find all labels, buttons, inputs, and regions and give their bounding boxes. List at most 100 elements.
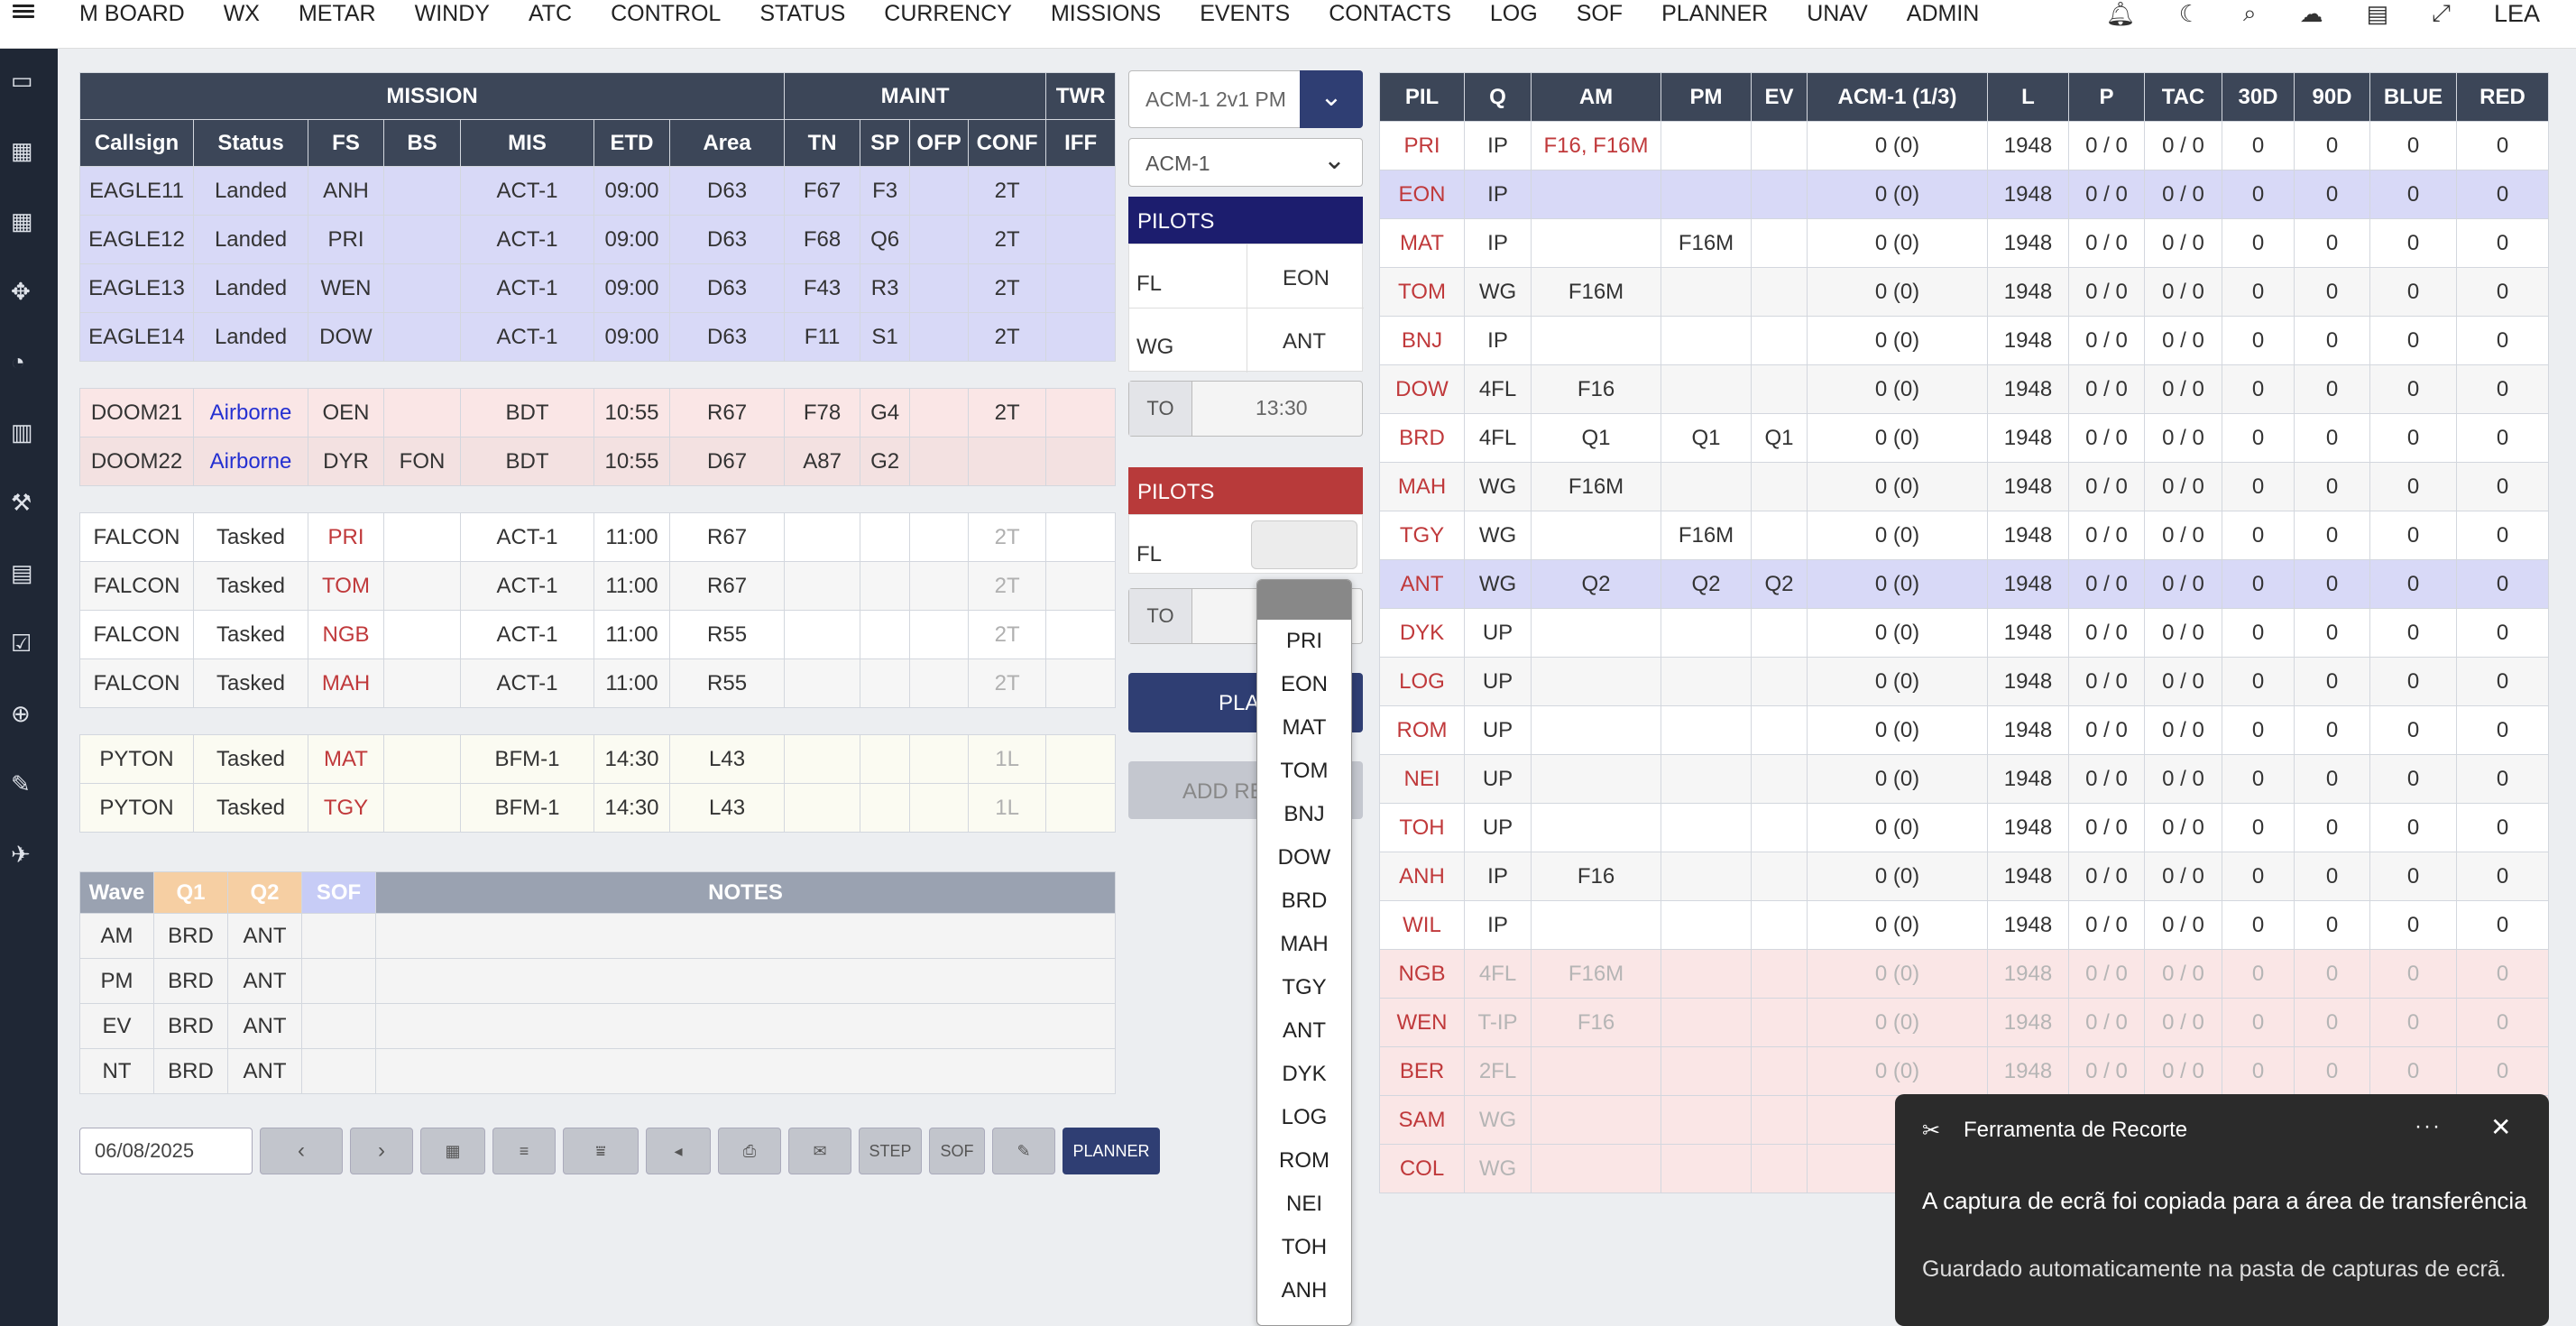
nav-item-missions[interactable]: MISSIONS: [1051, 0, 1161, 27]
puzzle-icon[interactable]: ✥: [11, 278, 36, 305]
pilots-col-4[interactable]: EV: [1751, 72, 1808, 122]
pen-icon[interactable]: ✎: [11, 770, 36, 797]
nav-item-sof[interactable]: SOF: [1577, 0, 1623, 27]
nav-item-planner[interactable]: PLANNER: [1661, 0, 1768, 27]
table-row[interactable]: FALCON Tasked PRI ACT-1 11:00 R67 2T: [79, 512, 1117, 562]
fl-value[interactable]: EON: [1283, 266, 1329, 291]
expand-icon[interactable]: ⤢: [2432, 0, 2451, 28]
table-row[interactable]: EAGLE14 Landed DOW ACT-1 09:00 D63 F11 S1 2T: [79, 312, 1117, 362]
mission-select[interactable]: ACM-1 2v1 PM ⌄: [1128, 70, 1363, 128]
table-row[interactable]: TOH UP 0 (0) 1948 0 / 00 / 00000: [1379, 803, 2549, 852]
col-tn[interactable]: TN: [784, 119, 861, 167]
dropdown-option[interactable]: MAT: [1257, 706, 1351, 750]
nav-item-unav[interactable]: UNAV: [1807, 0, 1868, 27]
notes-cell[interactable]: [375, 913, 1116, 959]
notes-cell[interactable]: [375, 1003, 1116, 1049]
col-conf[interactable]: CONF: [968, 119, 1047, 167]
nav-item-atc[interactable]: ATC: [529, 0, 572, 27]
notes-cell[interactable]: [375, 958, 1116, 1004]
table-row[interactable]: ROM UP 0 (0) 1948 0 / 00 / 00000: [1379, 705, 2549, 755]
pilots-col-11[interactable]: BLUE: [2369, 72, 2457, 122]
calendar-check-icon[interactable]: ▦: [11, 207, 36, 235]
document-icon[interactable]: ▤: [2367, 0, 2389, 28]
dropdown-option[interactable]: NEI: [1257, 1183, 1351, 1226]
table-row[interactable]: EAGLE12 Landed PRI ACT-1 09:00 D63 F68 Q6 2T: [79, 215, 1117, 264]
gauge-icon[interactable]: ◔: [11, 348, 36, 375]
nav-item-windy[interactable]: WINDY: [415, 0, 490, 27]
table-row[interactable]: BNJ IP 0 (0) 1948 0 / 00 / 00000: [1379, 316, 2549, 365]
dropdown-option[interactable]: TGY: [1257, 966, 1351, 1009]
pilots-col-12[interactable]: RED: [2456, 72, 2549, 122]
table-row[interactable]: DOW 4FL F16 0 (0) 1948 0 / 00 / 00000: [1379, 364, 2549, 414]
dropdown-option[interactable]: TOM: [1257, 750, 1351, 793]
pilots-col-1[interactable]: Q: [1464, 72, 1532, 122]
user-label[interactable]: LEA: [2494, 0, 2540, 28]
pilots-col-10[interactable]: 90D: [2294, 72, 2370, 122]
table-row[interactable]: FALCON Tasked TOM ACT-1 11:00 R67 2T: [79, 561, 1117, 611]
table-row[interactable]: PYTON Tasked MAT BFM-1 14:30 L43 1L: [79, 734, 1117, 784]
col-bs[interactable]: BS: [383, 119, 461, 167]
hamburger-menu-icon[interactable]: [13, 2, 34, 20]
pilots-col-3[interactable]: PM: [1661, 72, 1752, 122]
red-fl-select[interactable]: [1251, 520, 1357, 569]
table-row[interactable]: LOG UP 0 (0) 1948 0 / 00 / 00000: [1379, 657, 2549, 706]
email-button[interactable]: ✉: [788, 1128, 851, 1174]
close-icon[interactable]: ✕: [2490, 1112, 2511, 1142]
pilots-col-7[interactable]: P: [2068, 72, 2145, 122]
step-button[interactable]: STEP: [859, 1128, 922, 1174]
table-row[interactable]: FALCON Tasked MAH ACT-1 11:00 R55 2T: [79, 658, 1117, 708]
speaker-button[interactable]: ◂: [646, 1128, 711, 1174]
aircraft-icon[interactable]: ✈: [11, 841, 36, 868]
notification-toast[interactable]: ✂ Ferramenta de Recorte ··· ✕ A captura …: [1895, 1094, 2549, 1326]
nav-item-events[interactable]: EVENTS: [1200, 0, 1290, 27]
col-status[interactable]: Status: [193, 119, 308, 167]
col-iff[interactable]: IFF: [1045, 119, 1117, 167]
col-ofp[interactable]: OFP: [909, 119, 970, 167]
col-area[interactable]: Area: [668, 119, 786, 167]
dropdown-option[interactable]: DYK: [1257, 1053, 1351, 1096]
sof-button[interactable]: SOF: [929, 1128, 985, 1174]
prev-day-button[interactable]: ‹: [260, 1128, 343, 1174]
filter-button[interactable]: ⩸: [563, 1128, 639, 1174]
dropdown-option[interactable]: ROM: [1257, 1139, 1351, 1183]
table-row[interactable]: EAGLE11 Landed ANH ACT-1 09:00 D63 F67 F3 2T: [79, 166, 1117, 216]
col-callsign[interactable]: Callsign: [79, 119, 194, 167]
pilots-col-6[interactable]: L: [1987, 72, 2069, 122]
target-icon[interactable]: ⊕: [11, 700, 36, 727]
table-row[interactable]: EON IP 0 (0) 1948 0 / 00 / 00000: [1379, 170, 2549, 219]
monitor-icon[interactable]: ▭: [11, 67, 36, 94]
table-row[interactable]: MAH WG F16M 0 (0) 1948 0 / 00 / 00000: [1379, 462, 2549, 511]
table-row[interactable]: MAT IP F16M 0 (0) 1948 0 / 00 / 00000: [1379, 218, 2549, 268]
col-sp[interactable]: SP: [860, 119, 911, 167]
table-row[interactable]: ANT WG Q2 Q2 Q2 0 (0) 1948 0 / 00 / 00000: [1379, 559, 2549, 609]
to-time-field[interactable]: TO 13:30: [1128, 381, 1363, 437]
dropdown-option[interactable]: EON: [1257, 663, 1351, 706]
nav-item-contacts[interactable]: CONTACTS: [1329, 0, 1451, 27]
dropdown-option[interactable]: ANH: [1257, 1269, 1351, 1312]
dropdown-option[interactable]: LOG: [1257, 1096, 1351, 1139]
bar-chart-icon[interactable]: ▥: [11, 419, 36, 446]
table-row[interactable]: BER 2FL 0 (0) 1948 0 / 00 / 00000: [1379, 1046, 2549, 1096]
table-row[interactable]: FALCON Tasked NGB ACT-1 11:00 R55 2T: [79, 610, 1117, 659]
list-document-icon[interactable]: ▤: [11, 559, 36, 586]
nav-item-wx[interactable]: WX: [224, 0, 260, 27]
col-mis[interactable]: MIS: [460, 119, 594, 167]
pilots-col-0[interactable]: PIL: [1379, 72, 1465, 122]
edit-button[interactable]: ✎: [992, 1128, 1055, 1174]
pilots-col-9[interactable]: 30D: [2222, 72, 2295, 122]
more-options-icon[interactable]: ···: [2415, 1114, 2442, 1139]
col-etd[interactable]: ETD: [593, 119, 670, 167]
nav-item-m-board[interactable]: M BOARD: [79, 0, 185, 27]
nav-item-currency[interactable]: CURRENCY: [884, 0, 1012, 27]
table-row[interactable]: PRI IP F16, F16M 0 (0) 1948 0 / 00 / 00000: [1379, 121, 2549, 170]
search-icon[interactable]: ⌕: [2243, 0, 2257, 28]
calendar-button[interactable]: ▦: [420, 1128, 485, 1174]
calendar-icon[interactable]: ▦: [11, 137, 36, 164]
nav-item-status[interactable]: STATUS: [759, 0, 845, 27]
nav-item-admin[interactable]: ADMIN: [1907, 0, 1980, 27]
table-row[interactable]: ANH IP F16 0 (0) 1948 0 / 00 / 00000: [1379, 852, 2549, 901]
wg-value[interactable]: ANT: [1283, 329, 1326, 355]
weather-icon[interactable]: ☁: [2300, 0, 2323, 28]
nav-item-control[interactable]: CONTROL: [611, 0, 721, 27]
acm-select[interactable]: ACM-1 ⌄: [1128, 138, 1363, 187]
